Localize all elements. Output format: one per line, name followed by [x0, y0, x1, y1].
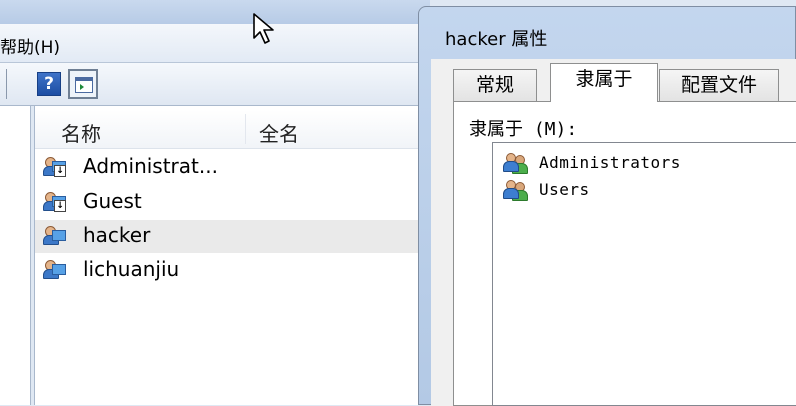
help-button[interactable]: ?: [34, 69, 64, 99]
tab-general[interactable]: 常规: [453, 69, 537, 101]
toolbar-separator: [6, 69, 7, 99]
window-titlebar[interactable]: [0, 0, 430, 24]
member-of-label: 隶属于 (M):: [469, 119, 578, 140]
tab-member-of[interactable]: 隶属于: [550, 63, 658, 102]
tab-profile[interactable]: 配置文件: [659, 69, 779, 101]
menu-bar: 帮助(H): [0, 24, 430, 63]
group-icon: [503, 153, 533, 174]
list-header: 名称 全名: [35, 110, 421, 149]
group-name: Users: [539, 180, 590, 199]
column-header-name[interactable]: 名称: [61, 118, 101, 147]
user-icon: [43, 259, 66, 279]
user-name: hacker: [83, 223, 151, 247]
group-icon: [503, 180, 533, 201]
user-name: Guest: [83, 189, 142, 213]
user-name: lichuanjiu: [83, 257, 180, 281]
column-divider[interactable]: [245, 114, 246, 144]
user-properties-dialog: hacker 属性 常规 隶属于 配置文件 隶属于 (M): Administr…: [418, 6, 796, 406]
user-name: Administrat...: [83, 154, 218, 178]
dialog-title: hacker 属性: [445, 29, 548, 50]
dialog-body: 常规 隶属于 配置文件 隶属于 (M): Administrators User…: [431, 59, 796, 406]
disabled-user-icon: ↓: [43, 191, 66, 212]
menu-help[interactable]: 帮助(H): [0, 33, 60, 58]
user-icon: [43, 225, 66, 245]
group-membership-list[interactable]: Administrators Users: [492, 142, 796, 406]
group-name: Administrators: [539, 153, 681, 172]
user-row-lichuanjiu[interactable]: lichuanjiu: [35, 254, 421, 287]
show-action-pane-button[interactable]: [68, 69, 98, 99]
local-users-window: 帮助(H) ? 名称 全名 ↓ Administrat... ↓ Guest h…: [0, 0, 430, 405]
disabled-user-icon: ↓: [43, 156, 66, 177]
user-row-guest[interactable]: ↓ Guest: [35, 186, 421, 219]
mouse-pointer-icon: [253, 13, 274, 44]
help-icon: ?: [37, 72, 61, 96]
users-list[interactable]: 名称 全名 ↓ Administrat... ↓ Guest hacker li…: [34, 106, 421, 405]
console-tree-pane[interactable]: [0, 106, 31, 405]
user-row-hacker[interactable]: hacker: [35, 220, 421, 253]
user-row-administrator[interactable]: ↓ Administrat...: [35, 151, 421, 184]
column-header-full-name[interactable]: 全名: [259, 118, 299, 147]
show-hide-action-pane-icon: [75, 77, 93, 93]
toolbar: ?: [0, 63, 430, 106]
